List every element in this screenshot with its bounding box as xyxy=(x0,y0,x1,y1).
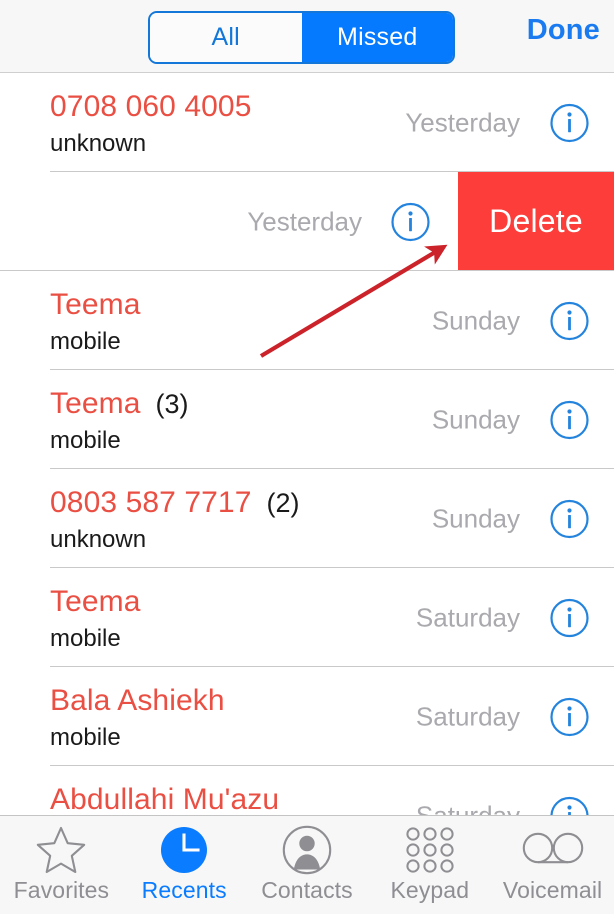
info-icon[interactable] xyxy=(550,301,589,340)
caller-name: 0708 060 4005 xyxy=(50,90,252,124)
clock-icon xyxy=(159,826,209,874)
keypad-icon xyxy=(404,826,456,874)
tab-label: Favorites xyxy=(14,877,109,904)
table-row[interactable]: Bala Ashiekh mobile Saturday xyxy=(0,667,614,766)
done-button[interactable]: Done xyxy=(527,14,600,47)
tab-label: Keypad xyxy=(390,877,469,904)
caller-name: 0803 587 7717 xyxy=(50,486,252,520)
caller-name: Teema xyxy=(50,585,141,619)
row-title-line: Teema xyxy=(50,585,156,619)
row-title-line: Teema (3) xyxy=(50,387,189,421)
caller-label: mobile xyxy=(50,427,121,455)
table-row[interactable]: Yesterday Delete xyxy=(0,172,614,271)
segment-missed[interactable]: Missed xyxy=(302,13,454,62)
caller-label: unknown xyxy=(50,130,146,158)
info-icon[interactable] xyxy=(550,796,589,815)
caller-name: Teema xyxy=(50,288,141,322)
caller-name: Abdullahi Mu'azu xyxy=(50,783,279,815)
tab-label: Voicemail xyxy=(503,877,602,904)
info-icon[interactable] xyxy=(391,202,430,241)
tab-keypad[interactable]: Keypad xyxy=(368,816,491,914)
call-count: (2) xyxy=(267,488,300,519)
call-count: (3) xyxy=(156,389,189,420)
table-row[interactable]: Teema (3) mobile Sunday xyxy=(0,370,614,469)
row-title-line: 0803 587 7717 (2) xyxy=(50,486,300,520)
delete-button[interactable]: Delete xyxy=(458,172,614,271)
row-title-line: 0708 060 4005 xyxy=(50,90,267,124)
row-content[interactable]: 0803 587 7717 (2) unknown Sunday xyxy=(50,469,614,568)
call-time: Sunday xyxy=(432,305,520,336)
call-time: Sunday xyxy=(432,503,520,534)
caller-label: mobile xyxy=(50,625,121,653)
call-time: Sunday xyxy=(432,404,520,435)
tab-label: Recents xyxy=(142,877,227,904)
call-time: Saturday xyxy=(416,602,520,633)
call-time: Saturday xyxy=(416,800,520,815)
row-content[interactable]: Yesterday xyxy=(50,172,458,271)
table-row[interactable]: Abdullahi Mu'azu Saturday xyxy=(0,766,614,815)
row-content[interactable]: Teema (3) mobile Sunday xyxy=(50,370,614,469)
voicemail-icon xyxy=(522,826,584,874)
tab-label: Contacts xyxy=(261,877,353,904)
navigation-bar: All Missed Done xyxy=(0,0,614,73)
info-icon[interactable] xyxy=(550,697,589,736)
call-time: Yesterday xyxy=(247,206,362,237)
row-title-line: Bala Ashiekh xyxy=(50,684,240,718)
caller-label: mobile xyxy=(50,328,121,356)
table-row[interactable]: Teema mobile Sunday xyxy=(0,271,614,370)
segment-all[interactable]: All xyxy=(150,13,302,62)
info-icon[interactable] xyxy=(550,499,589,538)
table-row[interactable]: 0803 587 7717 (2) unknown Sunday xyxy=(0,469,614,568)
row-title-line: Abdullahi Mu'azu xyxy=(50,783,294,815)
tab-bar[interactable]: Favorites Recents Contacts xyxy=(0,815,614,914)
caller-label: mobile xyxy=(50,724,121,752)
phone-recents-screen: All Missed Done 0708 060 4005 unknown Ye… xyxy=(0,0,614,914)
recent-calls-list[interactable]: 0708 060 4005 unknown Yesterday xyxy=(0,73,614,815)
caller-name: Teema xyxy=(50,387,141,421)
row-content[interactable]: Teema mobile Sunday xyxy=(50,271,614,370)
caller-label: unknown xyxy=(50,526,146,554)
star-icon xyxy=(35,826,87,874)
caller-name: Bala Ashiekh xyxy=(50,684,225,718)
info-icon[interactable] xyxy=(550,103,589,142)
row-content[interactable]: Abdullahi Mu'azu Saturday xyxy=(50,766,614,815)
table-row[interactable]: Teema mobile Saturday xyxy=(0,568,614,667)
call-time: Saturday xyxy=(416,701,520,732)
tab-recents[interactable]: Recents xyxy=(123,816,246,914)
row-title-line: Teema xyxy=(50,288,156,322)
info-icon[interactable] xyxy=(550,400,589,439)
call-filter-segmented-control[interactable]: All Missed xyxy=(148,11,455,64)
tab-voicemail[interactable]: Voicemail xyxy=(491,816,614,914)
row-content[interactable]: Teema mobile Saturday xyxy=(50,568,614,667)
call-time: Yesterday xyxy=(405,107,520,138)
tab-favorites[interactable]: Favorites xyxy=(0,816,123,914)
info-icon[interactable] xyxy=(550,598,589,637)
row-content[interactable]: Bala Ashiekh mobile Saturday xyxy=(50,667,614,766)
tab-contacts[interactable]: Contacts xyxy=(246,816,369,914)
table-row[interactable]: 0708 060 4005 unknown Yesterday xyxy=(0,73,614,172)
person-icon xyxy=(282,826,332,874)
row-content[interactable]: 0708 060 4005 unknown Yesterday xyxy=(50,73,614,172)
